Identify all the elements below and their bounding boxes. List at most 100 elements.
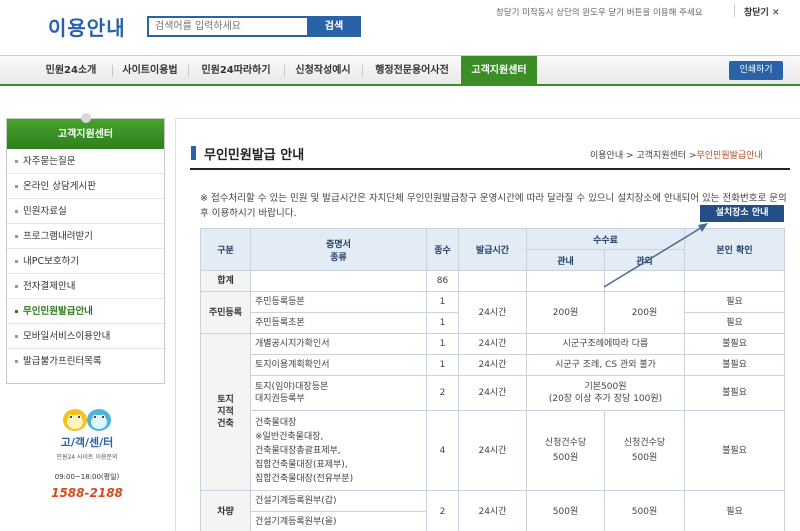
doc-name: 토지(임야)대장등본 대지권등록부 <box>250 375 427 411</box>
sidebar-item-payment[interactable]: 전자결제안내 <box>7 274 164 299</box>
table-row: 토지 지적 건축 개별공시지가확인서 1 24시간 시군구조례에따라 다름 불필요 <box>200 333 785 491</box>
close-note: 창닫기 미작동시 상단의 윈도우 닫기 버튼을 이용해 주세요 <box>496 8 703 18</box>
close-window-button[interactable]: 창닫기 ✕ <box>744 5 780 18</box>
doc-count: 2 <box>426 375 459 411</box>
sidebar-title: 고객지원센터 <box>7 119 164 149</box>
doc-id-check: 불필요 <box>684 354 785 376</box>
sidebar-item-mobile[interactable]: 모바일서비스이용안내 <box>7 324 164 349</box>
header-time: 발급시간 <box>458 228 527 271</box>
site-logo[interactable]: 이용안내 <box>48 12 126 41</box>
doc-name: 건축물대장 ※일반건축물대장, 건축물대장총괄표제부, 집합건축물대장(표제부), 집합… <box>250 410 427 491</box>
table-row: 차량 건설기계등록원부(갑) 2 24시간 500원 500원 필요 <box>200 490 785 531</box>
doc-fee: 기본500원 (20장 이상 추가 장당 100원) <box>526 375 685 411</box>
header: 이용안내 검색 창닫기 미작동시 상단의 윈도우 닫기 버튼을 이용해 주세요 … <box>0 0 800 56</box>
doc-count: 1 <box>426 291 459 313</box>
doc-name: 건설기계등록원부(갑) <box>250 490 427 512</box>
doc-name: 건설기계등록원부(을) <box>250 511 427 531</box>
search-box: 검색 <box>147 16 361 37</box>
header-count: 종수 <box>426 228 459 271</box>
doc-count: 2 <box>426 490 459 531</box>
header-category: 구분 <box>200 228 251 271</box>
title-divider <box>190 168 790 170</box>
doc-time: 24시간 <box>458 354 527 376</box>
table-row: 합계 86 <box>200 270 785 292</box>
doc-name: 토지이용계획확인서 <box>250 354 427 376</box>
sidebar-item-downloads[interactable]: 프로그램내려받기 <box>7 224 164 249</box>
doc-id-check: 불필요 <box>684 375 785 411</box>
promo-subtitle: 민원24 사이트 이용문의 <box>56 454 118 461</box>
header-fee: 수수료 <box>526 228 685 250</box>
install-location-button[interactable]: 설치장소 안내 <box>700 205 784 222</box>
divider <box>734 4 735 17</box>
nav-item-intro[interactable]: 민원24소개 <box>30 56 112 85</box>
doc-fee-in: 500원 <box>526 490 605 531</box>
doc-count: 1 <box>426 354 459 376</box>
doc-fee-out: 500원 <box>604 490 685 531</box>
sidebar-item-online-board[interactable]: 온라인 상담게시판 <box>7 174 164 199</box>
doc-name: 주민등록초본 <box>250 312 427 334</box>
nav-item-glossary[interactable]: 행정전문용어사전 <box>363 56 461 85</box>
doc-fee-in: 신청건수당 500원 <box>526 410 605 491</box>
promo-hours: 09:00~18:00(평일) <box>54 473 120 481</box>
search-input[interactable] <box>155 19 305 34</box>
documents-table: 구분 증명서 종류 종수 발급시간 수수료 본인 확인 관내 관외 합계 86 주… <box>200 228 785 531</box>
doc-time: 24시간 <box>458 375 527 411</box>
land-label: 토지 지적 건축 <box>200 333 251 491</box>
support-promo[interactable]: 고/객/센/터 민원24 사이트 이용문의 09:00~18:00(평일) 15… <box>50 404 124 510</box>
doc-name: 주민등록등본 <box>250 291 427 313</box>
nav-item-examples[interactable]: 신청작성예시 <box>285 56 361 85</box>
doc-time: 24시간 <box>458 333 527 355</box>
promo-phone: 1588-2188 <box>51 486 123 500</box>
doc-id-check: 필요 <box>684 312 785 334</box>
breadcrumb: 이용안내 > 고객지원센터 >무인민원발급안내 <box>590 151 763 161</box>
nav-item-support[interactable]: 고객지원센터 <box>461 56 537 85</box>
sidebar-item-printers[interactable]: 발급불가프린터목록 <box>7 349 164 374</box>
print-button[interactable]: 인쇄하기 <box>729 61 783 80</box>
table-row: 토지(임야)대장등본 대지권등록부 2 24시간 기본500원 (20장 이상 추가… <box>201 375 785 411</box>
doc-name: 개별공시지가확인서 <box>250 333 427 355</box>
header-fee-out: 관외 <box>604 249 685 271</box>
header-id-check: 본인 확인 <box>684 228 785 271</box>
doc-fee-in: 200원 <box>526 291 605 334</box>
sidebar: 고객지원센터 자주묻는질문 온라인 상담게시판 민원자료실 프로그램내려받기 내… <box>6 113 165 384</box>
doc-fee-out: 200원 <box>604 291 685 334</box>
mascot-icon <box>63 409 111 431</box>
breadcrumb-item[interactable]: 고객지원센터 <box>636 151 686 161</box>
resident-label: 주민등록 <box>200 291 251 334</box>
total-label: 합계 <box>200 270 251 292</box>
nav-item-follow[interactable]: 민원24따라하기 <box>189 56 283 85</box>
sidebar-item-faq[interactable]: 자주묻는질문 <box>7 149 164 174</box>
doc-count: 1 <box>426 312 459 334</box>
header-fee-in: 관내 <box>526 249 605 271</box>
doc-id-check: 불필요 <box>684 410 785 491</box>
doc-time: 24시간 <box>458 291 527 334</box>
doc-time: 24시간 <box>458 490 527 531</box>
doc-time: 24시간 <box>458 410 527 491</box>
title-bar-icon <box>191 146 196 160</box>
table-row: 토지이용계획확인서 1 24시간 시군구 조례, CS 관외 불가 불필요 <box>201 354 785 376</box>
search-button[interactable]: 검색 <box>307 16 361 37</box>
total-count: 86 <box>426 270 459 292</box>
doc-fee-out: 신청건수당 500원 <box>604 410 685 491</box>
main-nav: 민원24소개 사이트이용법 민원24따라하기 신청작성예시 행정전문용어사전 고… <box>0 55 800 86</box>
header-document: 증명서 종류 <box>250 228 427 271</box>
sidebar-item-pc-protect[interactable]: 내PC보호하기 <box>7 249 164 274</box>
doc-fee: 시군구조례에따라 다름 <box>526 333 685 355</box>
page-title: 무인민원발급 안내 <box>204 148 305 163</box>
doc-id-check: 필요 <box>684 291 785 313</box>
promo-title: 고/객/센/터 <box>60 436 114 449</box>
doc-count: 1 <box>426 333 459 355</box>
table-row: 주민등록 주민등록등본 1 24시간 200원 200원 필요 <box>200 291 785 334</box>
doc-id-check: 불필요 <box>684 333 785 355</box>
breadcrumb-item[interactable]: 이용안내 <box>590 151 623 161</box>
doc-id-check: 필요 <box>684 490 785 531</box>
nav-item-usage[interactable]: 사이트이용법 <box>113 56 187 85</box>
sidebar-item-unmanned[interactable]: 무인민원발급안내 <box>7 299 164 324</box>
doc-fee: 시군구 조례, CS 관외 불가 <box>526 354 685 376</box>
sidebar-tab-knob <box>81 113 91 123</box>
sidebar-item-resources[interactable]: 민원자료실 <box>7 199 164 224</box>
breadcrumb-current: 무인민원발급안내 <box>696 151 763 161</box>
table-row: 건축물대장 ※일반건축물대장, 건축물대장총괄표제부, 집합건축물대장(표제부), 집합… <box>201 410 785 491</box>
machine-label: 차량 <box>200 490 251 531</box>
doc-count: 4 <box>426 410 459 491</box>
